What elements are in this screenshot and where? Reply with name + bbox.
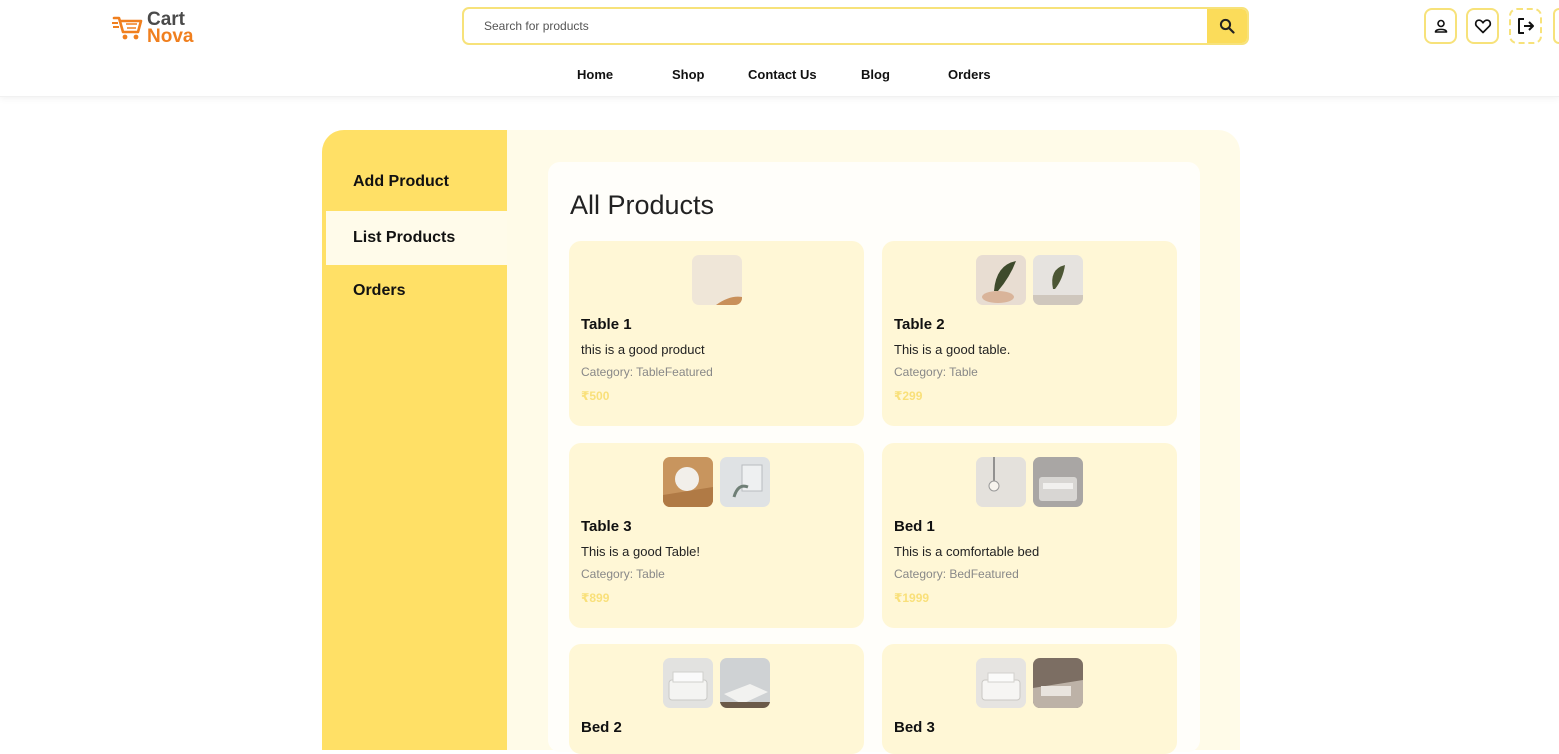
nav-orders[interactable]: Orders	[948, 67, 991, 82]
product-name: Bed 2	[581, 719, 622, 736]
product-image	[663, 457, 713, 507]
product-card[interactable]: Bed 2	[569, 644, 864, 754]
product-price: ₹1999	[894, 591, 930, 605]
product-name: Table 2	[894, 316, 945, 333]
product-card[interactable]: Table 1 this is a good product Category:…	[569, 241, 864, 426]
product-description: this is a good product	[581, 342, 705, 357]
product-image	[976, 457, 1026, 507]
product-category: Category: Table	[894, 365, 978, 379]
product-image	[663, 658, 713, 708]
sidebar-item-label: List Products	[353, 229, 456, 246]
product-price: ₹299	[894, 389, 923, 403]
search-input[interactable]	[464, 9, 1208, 43]
nav-home[interactable]: Home	[577, 67, 613, 82]
product-description: This is a good Table!	[581, 544, 700, 559]
product-description: This is a comfortable bed	[894, 544, 1040, 559]
brand-logo[interactable]: Cart Nova	[112, 10, 202, 47]
product-card[interactable]: Table 3 This is a good Table! Category: …	[569, 443, 864, 628]
product-price: ₹899	[581, 591, 610, 605]
nav-shop[interactable]: Shop	[672, 67, 705, 82]
nav-blog[interactable]: Blog	[861, 67, 890, 82]
search-bar	[462, 7, 1249, 45]
sidebar-item-add-product[interactable]: Add Product	[322, 155, 507, 209]
overflow-button-edge[interactable]	[1553, 8, 1559, 44]
product-image	[720, 457, 770, 507]
product-card[interactable]: Table 2 This is a good table. Category: …	[882, 241, 1177, 426]
admin-sidebar: Add Product List Products Orders	[322, 130, 507, 750]
sidebar-item-label: Add Product	[353, 173, 449, 190]
brand-name-nova: Nova	[147, 26, 194, 47]
product-category: Category: TableFeatured	[581, 365, 713, 379]
header: Cart Nova Home Shop Contact Us Blog	[0, 0, 1559, 97]
product-category: Category: BedFeatured	[894, 567, 1019, 581]
product-card[interactable]: Bed 3	[882, 644, 1177, 754]
product-image	[691, 255, 742, 305]
heart-icon	[1474, 19, 1491, 34]
product-price: ₹500	[581, 389, 610, 403]
product-card[interactable]: Bed 1 This is a comfortable bed Category…	[882, 443, 1177, 628]
product-image	[1033, 255, 1083, 305]
product-name: Table 1	[581, 316, 632, 333]
product-image	[976, 658, 1026, 708]
user-icon	[1434, 19, 1447, 33]
cart-logo-icon	[112, 16, 143, 40]
nav-contact-us[interactable]: Contact Us	[748, 67, 817, 82]
user-button[interactable]	[1424, 8, 1457, 44]
product-image	[1033, 457, 1083, 507]
search-button[interactable]	[1207, 9, 1247, 43]
product-image	[720, 658, 770, 708]
logout-icon	[1517, 18, 1534, 34]
wishlist-button[interactable]	[1466, 8, 1499, 44]
product-image	[976, 255, 1026, 305]
sidebar-item-orders[interactable]: Orders	[322, 264, 507, 318]
page-title: All Products	[570, 190, 715, 220]
sidebar-item-label: Orders	[353, 282, 406, 299]
search-icon	[1219, 18, 1235, 34]
product-description: This is a good table.	[894, 342, 1011, 357]
product-category: Category: Table	[581, 567, 665, 581]
product-image	[1033, 658, 1083, 708]
product-name: Bed 3	[894, 719, 935, 736]
product-name: Table 3	[581, 518, 632, 535]
logout-button[interactable]	[1509, 8, 1542, 44]
sidebar-item-list-products[interactable]: List Products	[326, 211, 507, 265]
product-name: Bed 1	[894, 518, 935, 535]
